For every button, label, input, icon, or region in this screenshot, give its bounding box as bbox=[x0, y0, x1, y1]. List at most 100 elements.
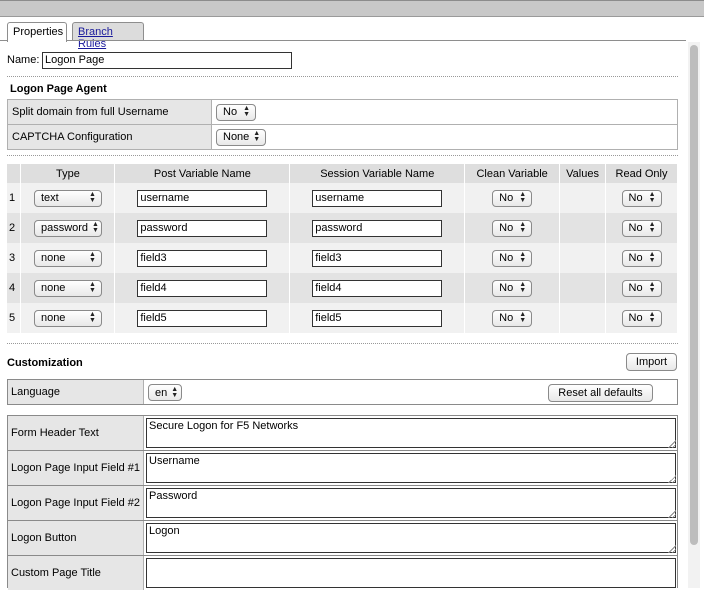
type-select[interactable]: none ▲ ▼ bbox=[33, 279, 102, 297]
input-field-2-row: Logon Page Input Field #2 Password bbox=[7, 485, 678, 520]
language-row: Language en ▲ ▼ Reset all defaults bbox=[7, 379, 678, 405]
col-header-read-only: Read Only bbox=[605, 164, 678, 183]
row-number: 4 bbox=[7, 273, 22, 303]
resize-grip-icon[interactable] bbox=[668, 475, 676, 483]
read-only-select[interactable]: No ▲ ▼ bbox=[621, 219, 662, 237]
updown-arrows-icon: ▲ ▼ bbox=[648, 221, 656, 234]
row-number: 5 bbox=[7, 303, 22, 333]
table-row: 4 none ▲ ▼ field4 field4 No ▲ ▼ No ▲ ▼ bbox=[7, 273, 678, 303]
language-label: Language bbox=[8, 380, 144, 404]
updown-arrows-icon: ▲ ▼ bbox=[171, 385, 179, 399]
captcha-select[interactable]: None ▲ ▼ bbox=[216, 128, 266, 146]
resize-grip-icon[interactable] bbox=[668, 545, 676, 553]
updown-arrows-icon: ▲ ▼ bbox=[648, 311, 656, 324]
read-only-value: No bbox=[628, 282, 643, 294]
resize-grip-icon[interactable] bbox=[668, 440, 676, 448]
table-row: Split domain from full Username No ▲ ▼ bbox=[7, 99, 678, 125]
type-value: password bbox=[40, 222, 89, 234]
input-field-1-row: Logon Page Input Field #1 Username bbox=[7, 450, 678, 485]
name-label: Name: bbox=[7, 54, 40, 66]
type-value: none bbox=[40, 312, 66, 324]
type-value: none bbox=[40, 282, 66, 294]
type-value: text bbox=[40, 192, 59, 204]
updown-arrows-icon: ▲ ▼ bbox=[519, 311, 527, 324]
read-only-value: No bbox=[628, 312, 643, 324]
table-row: 5 none ▲ ▼ field5 field5 No ▲ ▼ No ▲ ▼ bbox=[7, 303, 678, 333]
updown-arrows-icon: ▲ ▼ bbox=[89, 191, 96, 204]
post-variable-input[interactable]: password bbox=[137, 219, 268, 237]
clean-variable-value: No bbox=[499, 312, 514, 324]
col-header-num bbox=[7, 164, 22, 183]
post-variable-input[interactable]: field5 bbox=[137, 309, 268, 327]
split-domain-value: No bbox=[223, 106, 238, 118]
tab-properties-label: Properties bbox=[13, 26, 64, 38]
divider bbox=[7, 76, 678, 77]
updown-arrows-icon: ▲ ▼ bbox=[89, 311, 96, 324]
session-variable-input[interactable]: username bbox=[312, 189, 443, 207]
clean-variable-value: No bbox=[499, 252, 514, 264]
language-value: en bbox=[155, 386, 168, 399]
customization-heading: Customization bbox=[7, 357, 83, 369]
updown-arrows-icon: ▲ ▼ bbox=[519, 281, 527, 294]
read-only-value: No bbox=[628, 192, 643, 204]
divider bbox=[7, 343, 678, 344]
input-field-1-label: Logon Page Input Field #1 bbox=[8, 451, 144, 485]
row-number: 3 bbox=[7, 243, 22, 273]
custom-page-title-input[interactable] bbox=[146, 558, 676, 588]
tab-properties[interactable]: Properties bbox=[7, 22, 67, 42]
post-variable-input[interactable]: field4 bbox=[137, 279, 268, 297]
resize-grip-icon[interactable] bbox=[668, 510, 676, 518]
table-row: CAPTCHA Configuration None ▲ ▼ bbox=[7, 124, 678, 150]
agent-properties-table: Split domain from full Username No ▲ ▼ CAP… bbox=[7, 99, 678, 150]
session-variable-input[interactable]: field3 bbox=[312, 249, 443, 267]
clean-variable-select[interactable]: No ▲ ▼ bbox=[492, 279, 533, 297]
scrollbar-thumb[interactable] bbox=[690, 45, 698, 545]
updown-arrows-icon: ▲ ▼ bbox=[519, 191, 527, 204]
read-only-select[interactable]: No ▲ ▼ bbox=[621, 189, 662, 207]
name-input[interactable]: Logon Page bbox=[42, 52, 292, 69]
updown-arrows-icon: ▲ ▼ bbox=[648, 191, 656, 204]
language-select[interactable]: en ▲ ▼ bbox=[148, 384, 182, 401]
type-select[interactable]: none ▲ ▼ bbox=[33, 309, 102, 327]
col-header-clean-variable: Clean Variable bbox=[464, 164, 561, 183]
input-field-2-label: Logon Page Input Field #2 bbox=[8, 486, 144, 520]
values-cell bbox=[559, 213, 607, 243]
clean-variable-select[interactable]: No ▲ ▼ bbox=[492, 189, 533, 207]
input-field-1-input[interactable]: Username bbox=[146, 453, 676, 483]
divider bbox=[7, 155, 678, 156]
clean-variable-select[interactable]: No ▲ ▼ bbox=[492, 219, 533, 237]
read-only-value: No bbox=[628, 222, 643, 234]
clean-variable-select[interactable]: No ▲ ▼ bbox=[492, 249, 533, 267]
read-only-select[interactable]: No ▲ ▼ bbox=[621, 249, 662, 267]
clean-variable-value: No bbox=[499, 222, 514, 234]
read-only-value: No bbox=[628, 252, 643, 264]
session-variable-input[interactable]: field5 bbox=[312, 309, 443, 327]
logon-button-input[interactable]: Logon bbox=[146, 523, 676, 553]
form-header-text-input[interactable]: Secure Logon for F5 Networks bbox=[146, 418, 676, 448]
import-button[interactable]: Import bbox=[626, 353, 677, 371]
row-number: 1 bbox=[7, 183, 22, 213]
custom-page-title-row: Custom Page Title bbox=[7, 555, 678, 590]
table-row: 2 password ▲ ▼ password password No ▲ ▼ No ▲ ▼ bbox=[7, 213, 678, 243]
session-variable-input[interactable]: field4 bbox=[312, 279, 443, 297]
session-variable-input[interactable]: password bbox=[312, 219, 443, 237]
input-field-2-input[interactable]: Password bbox=[146, 488, 676, 518]
updown-arrows-icon: ▲ ▼ bbox=[89, 281, 96, 294]
updown-arrows-icon: ▲ ▼ bbox=[648, 251, 656, 264]
clean-variable-select[interactable]: No ▲ ▼ bbox=[492, 309, 533, 327]
tab-divider bbox=[0, 40, 686, 41]
tab-branch-rules[interactable]: Branch Rules bbox=[72, 22, 144, 50]
values-cell bbox=[559, 243, 607, 273]
type-select[interactable]: none ▲ ▼ bbox=[33, 249, 102, 267]
post-variable-input[interactable]: username bbox=[137, 189, 268, 207]
updown-arrows-icon: ▲ ▼ bbox=[519, 221, 527, 234]
reset-all-defaults-button[interactable]: Reset all defaults bbox=[548, 384, 653, 402]
read-only-select[interactable]: No ▲ ▼ bbox=[621, 279, 662, 297]
type-select[interactable]: text ▲ ▼ bbox=[33, 189, 102, 207]
col-header-post-variable: Post Variable Name bbox=[114, 164, 291, 183]
type-select[interactable]: password ▲ ▼ bbox=[33, 219, 102, 237]
tab-branch-rules-label: Branch Rules bbox=[78, 26, 113, 50]
post-variable-input[interactable]: field3 bbox=[137, 249, 268, 267]
split-domain-select[interactable]: No ▲ ▼ bbox=[216, 103, 256, 121]
read-only-select[interactable]: No ▲ ▼ bbox=[621, 309, 662, 327]
